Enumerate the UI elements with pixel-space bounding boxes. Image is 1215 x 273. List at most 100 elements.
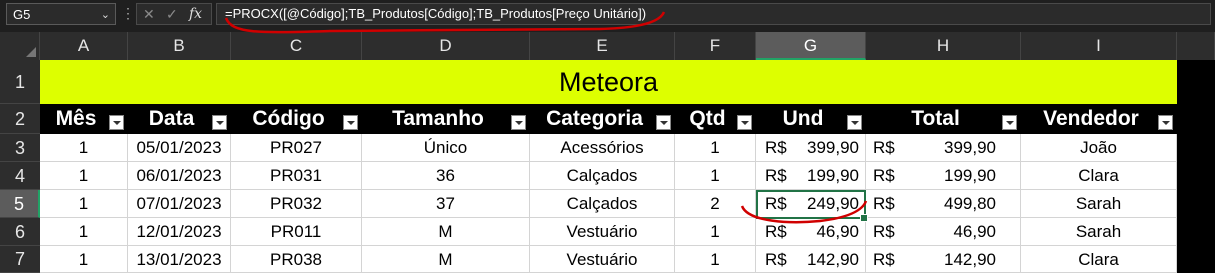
date-cell[interactable]: 05/01/2023 bbox=[128, 134, 231, 162]
cancel-icon[interactable]: ✕ bbox=[143, 4, 155, 24]
month-cell[interactable]: 1 bbox=[40, 218, 128, 246]
more-options-icon[interactable]: ⋮ bbox=[121, 5, 135, 22]
size-cell[interactable]: 37 bbox=[362, 190, 530, 218]
currency-value: 199,90 bbox=[944, 166, 996, 185]
fx-icon[interactable]: fx bbox=[189, 4, 202, 24]
formula-input[interactable]: =PROCX([@Código];TB_Produtos[Código];TB_… bbox=[216, 3, 1211, 25]
code-cell[interactable]: PR027 bbox=[231, 134, 362, 162]
filter-dropdown-icon[interactable] bbox=[109, 115, 124, 130]
qty-cell[interactable]: 1 bbox=[675, 218, 756, 246]
seller-cell[interactable]: João bbox=[1021, 134, 1177, 162]
column-header-f[interactable]: F bbox=[675, 32, 756, 60]
month-cell[interactable]: 1 bbox=[40, 134, 128, 162]
column-header-b[interactable]: B bbox=[128, 32, 231, 60]
row-header-5[interactable]: 5 bbox=[0, 190, 40, 218]
filter-dropdown-icon[interactable] bbox=[212, 115, 227, 130]
filter-dropdown-icon[interactable] bbox=[343, 115, 358, 130]
code-cell[interactable]: PR038 bbox=[231, 246, 362, 273]
table-header-7[interactable]: Und bbox=[756, 104, 866, 134]
currency-symbol: R$ bbox=[873, 166, 895, 185]
total-cell[interactable]: R$ 142,90 bbox=[866, 246, 1021, 273]
category-cell[interactable]: Acessórios bbox=[530, 134, 675, 162]
enter-icon[interactable]: ✓ bbox=[166, 4, 178, 24]
column-header-h[interactable]: H bbox=[866, 32, 1021, 60]
currency-value: 46,90 bbox=[953, 222, 996, 241]
outside-area bbox=[1177, 60, 1215, 273]
filter-dropdown-icon[interactable] bbox=[1158, 115, 1173, 130]
category-cell[interactable]: Vestuário bbox=[530, 218, 675, 246]
total-cell[interactable]: R$ 499,80 bbox=[866, 190, 1021, 218]
code-cell[interactable]: PR031 bbox=[231, 162, 362, 190]
category-cell[interactable]: Calçados bbox=[530, 162, 675, 190]
table-header-label: Total bbox=[911, 107, 960, 130]
seller-cell[interactable]: Clara bbox=[1021, 162, 1177, 190]
unit-price-cell[interactable]: R$ 142,90 bbox=[756, 246, 866, 273]
size-cell[interactable]: M bbox=[362, 246, 530, 273]
size-cell[interactable]: Único bbox=[362, 134, 530, 162]
column-header-e[interactable]: E bbox=[530, 32, 675, 60]
column-header-c[interactable]: C bbox=[231, 32, 362, 60]
category-cell[interactable]: Vestuário bbox=[530, 246, 675, 273]
table-header-1[interactable]: Mês bbox=[40, 104, 128, 134]
qty-cell[interactable]: 2 bbox=[675, 190, 756, 218]
row-header-6[interactable]: 6 bbox=[0, 218, 40, 246]
size-cell[interactable]: 36 bbox=[362, 162, 530, 190]
column-header-g[interactable]: G bbox=[756, 32, 866, 60]
currency-symbol: R$ bbox=[873, 194, 895, 213]
column-header-i[interactable]: I bbox=[1021, 32, 1177, 60]
table-header-label: Data bbox=[148, 107, 195, 130]
row-header-3[interactable]: 3 bbox=[0, 134, 40, 162]
filter-dropdown-icon[interactable] bbox=[737, 115, 752, 130]
fill-handle[interactable] bbox=[860, 214, 868, 222]
table-header-8[interactable]: Total bbox=[866, 104, 1021, 134]
unit-price-cell[interactable]: R$ 399,90 bbox=[756, 134, 866, 162]
column-header-d[interactable]: D bbox=[362, 32, 530, 60]
date-cell[interactable]: 07/01/2023 bbox=[128, 190, 231, 218]
code-cell[interactable]: PR032 bbox=[231, 190, 362, 218]
column-header-a[interactable]: A bbox=[40, 32, 128, 60]
unit-price-cell[interactable]: R$ 199,90 bbox=[756, 162, 866, 190]
month-cell[interactable]: 1 bbox=[40, 162, 128, 190]
row-header-4[interactable]: 4 bbox=[0, 162, 40, 190]
date-cell[interactable]: 06/01/2023 bbox=[128, 162, 231, 190]
chevron-down-icon[interactable]: ⌄ bbox=[101, 4, 110, 26]
filter-dropdown-icon[interactable] bbox=[511, 115, 526, 130]
table-header-2[interactable]: Data bbox=[128, 104, 231, 134]
currency-value: 46,90 bbox=[816, 222, 859, 241]
date-cell[interactable]: 13/01/2023 bbox=[128, 246, 231, 273]
qty-cell[interactable]: 1 bbox=[675, 246, 756, 273]
total-cell[interactable]: R$ 399,90 bbox=[866, 134, 1021, 162]
table-header-4[interactable]: Tamanho bbox=[362, 104, 530, 134]
month-cell[interactable]: 1 bbox=[40, 190, 128, 218]
row-header-7[interactable]: 7 bbox=[0, 246, 40, 273]
formula-bar: G5 ⌄ ⋮ ✕ ✓ fx =PROCX([@Código];TB_Produt… bbox=[0, 0, 1215, 32]
qty-cell[interactable]: 1 bbox=[675, 162, 756, 190]
date-cell[interactable]: 12/01/2023 bbox=[128, 218, 231, 246]
seller-cell[interactable]: Sarah bbox=[1021, 218, 1177, 246]
filter-dropdown-icon[interactable] bbox=[656, 115, 671, 130]
table-header-9[interactable]: Vendedor bbox=[1021, 104, 1177, 134]
formula-buttons: ✕ ✓ fx bbox=[136, 3, 212, 25]
code-cell[interactable]: PR011 bbox=[231, 218, 362, 246]
table-header-5[interactable]: Categoria bbox=[530, 104, 675, 134]
category-cell[interactable]: Calçados bbox=[530, 190, 675, 218]
unit-price-cell[interactable]: R$ 249,90 bbox=[756, 190, 866, 218]
row-header-2[interactable]: 2 bbox=[0, 104, 40, 134]
total-cell[interactable]: R$ 199,90 bbox=[866, 162, 1021, 190]
table-header-6[interactable]: Qtd bbox=[675, 104, 756, 134]
filter-dropdown-icon[interactable] bbox=[1002, 115, 1017, 130]
table-header-label: Categoria bbox=[546, 107, 643, 130]
filter-dropdown-icon[interactable] bbox=[847, 115, 862, 130]
seller-cell[interactable]: Clara bbox=[1021, 246, 1177, 273]
select-all-button[interactable] bbox=[0, 32, 40, 60]
row-header-1[interactable]: 1 bbox=[0, 60, 40, 104]
total-cell[interactable]: R$ 46,90 bbox=[866, 218, 1021, 246]
month-cell[interactable]: 1 bbox=[40, 246, 128, 273]
table-title[interactable]: Meteora bbox=[40, 60, 1177, 104]
unit-price-cell[interactable]: R$ 46,90 bbox=[756, 218, 866, 246]
size-cell[interactable]: M bbox=[362, 218, 530, 246]
qty-cell[interactable]: 1 bbox=[675, 134, 756, 162]
name-box[interactable]: G5 ⌄ bbox=[6, 3, 116, 25]
seller-cell[interactable]: Sarah bbox=[1021, 190, 1177, 218]
table-header-3[interactable]: Código bbox=[231, 104, 362, 134]
